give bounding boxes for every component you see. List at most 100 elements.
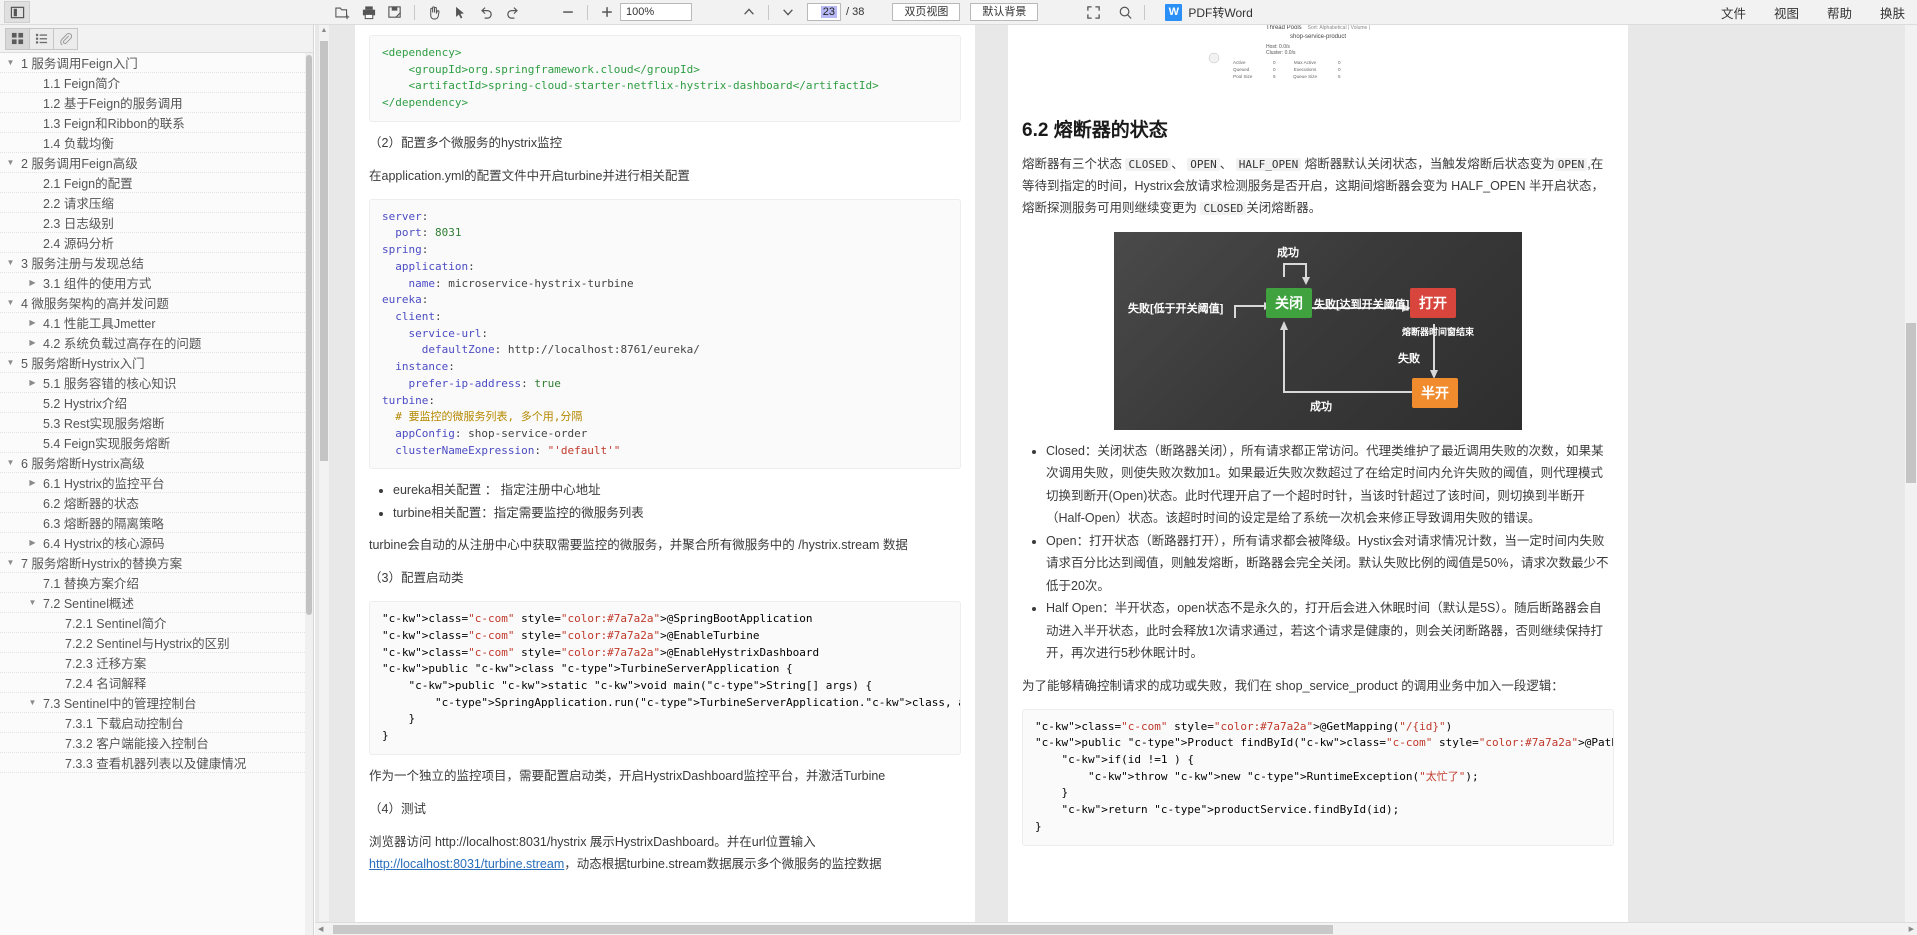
mini-dash-cluster: Cluster: 0.0/s: [1266, 50, 1296, 56]
search-icon[interactable]: [1112, 1, 1138, 23]
sidebar-scrollbar[interactable]: [305, 53, 313, 935]
outline-item[interactable]: ▼ 7.2 Sentinel概述: [0, 593, 305, 613]
outline-tree[interactable]: ▼ 1 服务调用Feign入门 1.1 Feign简介 1.2 基于Feign的服务调…: [0, 53, 305, 935]
outline-item[interactable]: ▼ 3 服务注册与发现总结: [0, 253, 305, 273]
outline-item[interactable]: ▶ 4.2 系统负载过高存在的问题: [0, 333, 305, 353]
outline-item[interactable]: ▼ 6 服务熔断Hystrix高级: [0, 453, 305, 473]
outline-item[interactable]: 7.2.3 迁移方案: [0, 653, 305, 673]
outline-item[interactable]: 6.2 熔断器的状态: [0, 493, 305, 513]
outline-item[interactable]: 1.4 负载均衡: [0, 133, 305, 153]
outline-item[interactable]: 7.1 替换方案介绍: [0, 573, 305, 593]
sidebar-toggle-icon[interactable]: [4, 1, 30, 23]
pdf-to-word-button[interactable]: W PDF转Word: [1165, 3, 1253, 21]
hscroll-right-arrow[interactable]: ▶: [1909, 925, 1914, 933]
chevron-down-icon[interactable]: ▼: [4, 298, 17, 307]
outline-item[interactable]: 7.2.2 Sentinel与Hystrix的区别: [0, 633, 305, 653]
turbine-stream-link[interactable]: http://localhost:8031/turbine.stream: [369, 857, 564, 871]
document-vertical-scroll-thumb[interactable]: [1906, 323, 1916, 483]
outline-item[interactable]: 6.3 熔断器的隔离策略: [0, 513, 305, 533]
scroll-up-arrow[interactable]: ▲: [319, 27, 329, 34]
zoom-in-button[interactable]: [594, 1, 620, 23]
outline-item[interactable]: ▶ 6.4 Hystrix的核心源码: [0, 533, 305, 553]
open-file-icon[interactable]: [330, 1, 356, 23]
outline-item[interactable]: 1.3 Feign和Ribbon的联系: [0, 113, 305, 133]
chevron-right-icon[interactable]: ▶: [26, 538, 39, 547]
document-viewer: ▲ <dependency> <groupId>org.springframew…: [315, 25, 1917, 935]
chevron-right-icon[interactable]: ▶: [26, 338, 39, 347]
outline-item[interactable]: ▶ 6.1 Hystrix的监控平台: [0, 473, 305, 493]
outline-item[interactable]: ▼ 4 微服务架构的高并发问题: [0, 293, 305, 313]
chevron-right-icon[interactable]: ▶: [26, 318, 39, 327]
document-horizontal-scroll-thumb[interactable]: [333, 925, 1333, 934]
chevron-right-icon[interactable]: ▶: [26, 378, 39, 387]
chevron-down-icon[interactable]: ▼: [26, 698, 39, 707]
chevron-right-icon[interactable]: ▶: [26, 478, 39, 487]
outline-item[interactable]: 2.4 源码分析: [0, 233, 305, 253]
page-number-input[interactable]: 23: [807, 3, 841, 21]
outline-item[interactable]: ▼ 5 服务熔断Hystrix入门: [0, 353, 305, 373]
chevron-down-icon[interactable]: ▼: [4, 258, 17, 267]
outline-item[interactable]: 1.2 基于Feign的服务调用: [0, 93, 305, 113]
view-mode-select[interactable]: 双页视图: [892, 3, 961, 21]
print-icon[interactable]: [356, 1, 382, 23]
fullscreen-icon[interactable]: [1080, 1, 1106, 23]
outline-item[interactable]: ▼ 7 服务熔断Hystrix的替换方案: [0, 553, 305, 573]
hand-tool-icon[interactable]: [421, 1, 447, 23]
chevron-down-icon[interactable]: ▼: [4, 358, 17, 367]
outline-item-label: 7 服务熔断Hystrix的替换方案: [21, 557, 183, 571]
sidebar-tab-attachments[interactable]: [53, 27, 78, 50]
outline-item-label: 4.2 系统负载过高存在的问题: [43, 337, 202, 351]
outline-item[interactable]: ▼ 2 服务调用Feign高级: [0, 153, 305, 173]
outline-item-label: 1.2 基于Feign的服务调用: [43, 97, 183, 111]
outline-item[interactable]: 2.2 请求压缩: [0, 193, 305, 213]
sidebar-tab-thumbnails[interactable]: [5, 27, 30, 50]
outline-item[interactable]: 7.2.1 Sentinel简介: [0, 613, 305, 633]
zoom-level-input[interactable]: 100%: [620, 3, 692, 21]
outline-item[interactable]: ▼ 7.3 Sentinel中的管理控制台: [0, 693, 305, 713]
outline-item[interactable]: 7.3.3 查看机器列表以及健康情况: [0, 753, 305, 773]
select-tool-icon[interactable]: [447, 1, 473, 23]
chevron-down-icon[interactable]: ▼: [4, 58, 17, 67]
outline-item[interactable]: 2.1 Feign的配置: [0, 173, 305, 193]
redo-icon[interactable]: [499, 1, 525, 23]
menu-view[interactable]: 视图: [1774, 3, 1799, 22]
outline-item-label: 5.3 Rest实现服务熔断: [43, 417, 165, 431]
page-inner-scroll-thumb[interactable]: [320, 41, 328, 461]
outline-item[interactable]: ▶ 4.1 性能工具Jmetter: [0, 313, 305, 333]
chevron-down-icon[interactable]: ▼: [26, 598, 39, 607]
outline-item[interactable]: 7.3.1 下载启动控制台: [0, 713, 305, 733]
outline-item-label: 6.3 熔断器的隔离策略: [43, 517, 164, 531]
prev-page-icon[interactable]: [736, 1, 762, 23]
outline-item[interactable]: 5.3 Rest实现服务熔断: [0, 413, 305, 433]
hscroll-left-arrow[interactable]: ◀: [318, 925, 323, 933]
outline-item[interactable]: 5.4 Feign实现服务熔断: [0, 433, 305, 453]
sidebar-scroll-thumb[interactable]: [306, 55, 312, 615]
save-as-icon[interactable]: [382, 1, 408, 23]
chevron-down-icon[interactable]: ▼: [4, 458, 17, 467]
chevron-down-icon[interactable]: ▼: [4, 558, 17, 567]
outline-item[interactable]: 5.2 Hystrix介绍: [0, 393, 305, 413]
zoom-out-button[interactable]: [555, 1, 581, 23]
page-inner-scrollbar[interactable]: ▲: [319, 25, 329, 921]
chevron-right-icon[interactable]: ▶: [26, 278, 39, 287]
outline-item[interactable]: 2.3 日志级别: [0, 213, 305, 233]
outline-item[interactable]: 7.3.2 客户端能接入控制台: [0, 733, 305, 753]
chevron-down-icon[interactable]: ▼: [4, 158, 17, 167]
outline-item[interactable]: 1.1 Feign简介: [0, 73, 305, 93]
outline-item[interactable]: ▶ 3.1 组件的使用方式: [0, 273, 305, 293]
menu-help[interactable]: 帮助: [1827, 3, 1852, 22]
outline-item[interactable]: ▶ 5.1 服务容错的核心知识: [0, 373, 305, 393]
outline-item-label: 2.1 Feign的配置: [43, 177, 133, 191]
outline-item[interactable]: ▼ 1 服务调用Feign入门: [0, 53, 305, 73]
outline-item-label: 6.4 Hystrix的核心源码: [43, 537, 165, 551]
menu-skin[interactable]: 换肤: [1880, 3, 1905, 22]
outline-item[interactable]: 7.2.4 名词解释: [0, 673, 305, 693]
document-horizontal-scrollbar[interactable]: ◀ ▶: [315, 922, 1917, 935]
menu-file[interactable]: 文件: [1721, 3, 1746, 22]
sidebar-tab-outline[interactable]: [29, 27, 54, 50]
next-page-icon[interactable]: [775, 1, 801, 23]
document-vertical-scrollbar[interactable]: [1905, 25, 1917, 922]
background-mode-select[interactable]: 默认背景: [970, 3, 1039, 21]
code-open-1: OPEN: [1187, 158, 1220, 171]
undo-icon[interactable]: [473, 1, 499, 23]
